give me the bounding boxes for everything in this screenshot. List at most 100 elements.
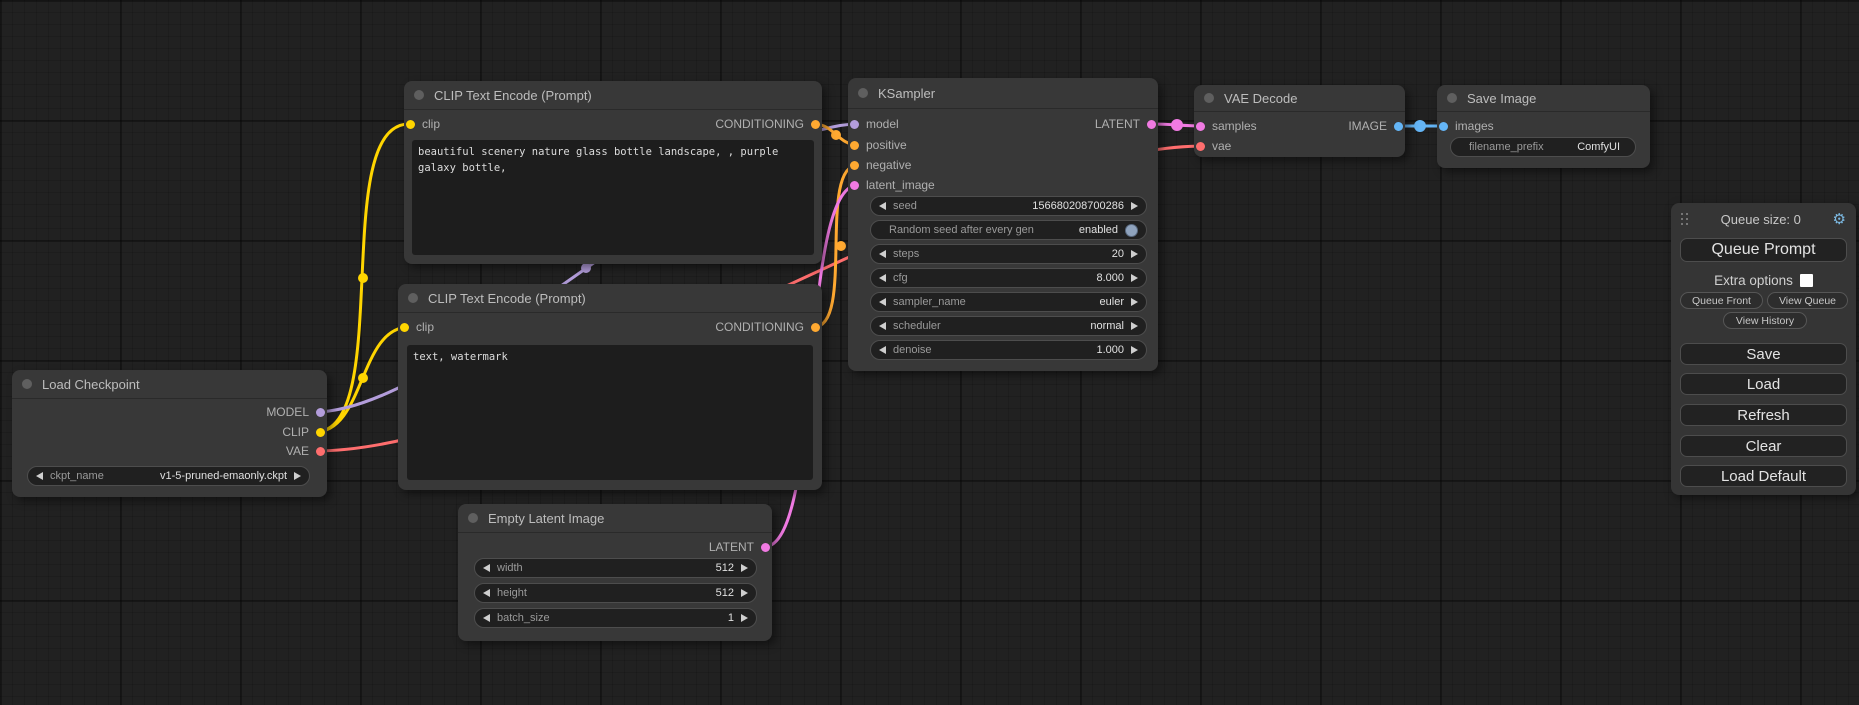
increment-arrow-icon[interactable] bbox=[1131, 322, 1138, 330]
increment-arrow-icon[interactable] bbox=[1131, 250, 1138, 258]
decrement-arrow-icon[interactable] bbox=[483, 564, 490, 572]
negative-prompt-textarea[interactable]: text, watermark bbox=[407, 345, 813, 480]
toggle-dot[interactable] bbox=[1125, 224, 1138, 237]
decrement-arrow-icon[interactable] bbox=[483, 614, 490, 622]
link-dot[interactable] bbox=[358, 373, 368, 383]
load-default-button[interactable]: Load Default bbox=[1680, 465, 1847, 487]
images-input-dot[interactable] bbox=[1439, 122, 1448, 131]
increment-arrow-icon[interactable] bbox=[1131, 274, 1138, 282]
batch-size-widget[interactable]: batch_size 1 bbox=[474, 608, 757, 628]
increment-arrow-icon[interactable] bbox=[1131, 298, 1138, 306]
random-seed-toggle[interactable]: Random seed after every gen enabled bbox=[870, 220, 1147, 240]
increment-arrow-icon[interactable] bbox=[741, 589, 748, 597]
node-title-bar[interactable]: CLIP Text Encode (Prompt) bbox=[404, 81, 822, 110]
steps-widget[interactable]: steps 20 bbox=[870, 244, 1147, 264]
decrement-arrow-icon[interactable] bbox=[483, 589, 490, 597]
vae-output-dot[interactable] bbox=[316, 447, 325, 456]
load-button[interactable]: Load bbox=[1680, 373, 1847, 395]
link-dot[interactable] bbox=[831, 130, 841, 140]
node-load-checkpoint[interactable]: Load Checkpoint MODEL CLIP VAE ckpt_name… bbox=[12, 370, 327, 497]
refresh-button[interactable]: Refresh bbox=[1680, 404, 1847, 426]
node-clip-text-encode-negative[interactable]: CLIP Text Encode (Prompt) clip CONDITION… bbox=[398, 284, 822, 490]
collapse-dot[interactable] bbox=[1447, 93, 1457, 103]
link-dot[interactable] bbox=[836, 241, 846, 251]
node-title-bar[interactable]: VAE Decode bbox=[1194, 85, 1405, 112]
clip-output-dot[interactable] bbox=[316, 428, 325, 437]
node-title-bar[interactable]: Empty Latent Image bbox=[458, 504, 772, 533]
collapse-dot[interactable] bbox=[414, 90, 424, 100]
extra-options-checkbox[interactable] bbox=[1800, 274, 1813, 287]
increment-arrow-icon[interactable] bbox=[1131, 346, 1138, 354]
node-title-bar[interactable]: KSampler bbox=[848, 78, 1158, 109]
increment-arrow-icon[interactable] bbox=[741, 614, 748, 622]
input-slot-model[interactable]: model bbox=[850, 114, 899, 134]
node-clip-text-encode-positive[interactable]: CLIP Text Encode (Prompt) clip CONDITION… bbox=[404, 81, 822, 264]
output-slot-conditioning[interactable]: CONDITIONING bbox=[715, 317, 820, 337]
save-button[interactable]: Save bbox=[1680, 343, 1847, 365]
vae-input-dot[interactable] bbox=[1196, 142, 1205, 151]
output-slot-latent[interactable]: LATENT bbox=[1095, 114, 1156, 134]
image-output-dot[interactable] bbox=[1394, 122, 1403, 131]
denoise-widget[interactable]: denoise 1.000 bbox=[870, 340, 1147, 360]
model-input-dot[interactable] bbox=[850, 120, 859, 129]
collapse-dot[interactable] bbox=[468, 513, 478, 523]
node-save-image[interactable]: Save Image images filename_prefix ComfyU… bbox=[1437, 85, 1650, 168]
positive-input-dot[interactable] bbox=[850, 141, 859, 150]
input-slot-negative[interactable]: negative bbox=[850, 155, 911, 175]
collapse-dot[interactable] bbox=[408, 293, 418, 303]
clip-input-dot[interactable] bbox=[400, 323, 409, 332]
input-slot-samples[interactable]: samples bbox=[1196, 116, 1257, 136]
conditioning-output-dot[interactable] bbox=[811, 120, 820, 129]
input-slot-latent-image[interactable]: latent_image bbox=[850, 175, 935, 195]
node-empty-latent-image[interactable]: Empty Latent Image LATENT width 512 heig… bbox=[458, 504, 772, 641]
link-dot[interactable] bbox=[581, 263, 591, 273]
decrement-arrow-icon[interactable] bbox=[879, 250, 886, 258]
input-slot-clip[interactable]: clip bbox=[406, 114, 440, 134]
ckpt-name-widget[interactable]: ckpt_name v1-5-pruned-emaonly.ckpt bbox=[27, 466, 310, 486]
collapse-dot[interactable] bbox=[22, 379, 32, 389]
input-slot-vae[interactable]: vae bbox=[1196, 136, 1231, 156]
node-vae-decode[interactable]: VAE Decode samples vae IMAGE bbox=[1194, 85, 1405, 157]
output-slot-model[interactable]: MODEL bbox=[266, 402, 325, 422]
decrement-arrow-icon[interactable] bbox=[879, 298, 886, 306]
queue-front-button[interactable]: Queue Front bbox=[1680, 292, 1763, 309]
latent-output-dot[interactable] bbox=[1147, 120, 1156, 129]
view-queue-button[interactable]: View Queue bbox=[1767, 292, 1848, 309]
link-dot[interactable] bbox=[1414, 120, 1426, 132]
increment-arrow-icon[interactable] bbox=[294, 472, 301, 480]
output-slot-latent[interactable]: LATENT bbox=[709, 537, 770, 557]
decrement-arrow-icon[interactable] bbox=[879, 322, 886, 330]
scheduler-widget[interactable]: scheduler normal bbox=[870, 316, 1147, 336]
filename-prefix-widget[interactable]: filename_prefix ComfyUI bbox=[1450, 137, 1636, 157]
input-slot-images[interactable]: images bbox=[1439, 116, 1494, 136]
output-slot-image[interactable]: IMAGE bbox=[1348, 116, 1403, 136]
decrement-arrow-icon[interactable] bbox=[879, 274, 886, 282]
output-slot-vae[interactable]: VAE bbox=[286, 441, 325, 461]
input-slot-clip[interactable]: clip bbox=[400, 317, 434, 337]
output-slot-conditioning[interactable]: CONDITIONING bbox=[715, 114, 820, 134]
collapse-dot[interactable] bbox=[1204, 93, 1214, 103]
latent-image-input-dot[interactable] bbox=[850, 181, 859, 190]
latent-output-dot[interactable] bbox=[761, 543, 770, 552]
link-dot[interactable] bbox=[358, 273, 368, 283]
clip-input-dot[interactable] bbox=[406, 120, 415, 129]
sampler-name-widget[interactable]: sampler_name euler bbox=[870, 292, 1147, 312]
samples-input-dot[interactable] bbox=[1196, 122, 1205, 131]
drag-handle-icon[interactable] bbox=[1681, 213, 1689, 226]
positive-prompt-textarea[interactable]: beautiful scenery nature glass bottle la… bbox=[412, 140, 814, 255]
width-widget[interactable]: width 512 bbox=[474, 558, 757, 578]
output-slot-clip[interactable]: CLIP bbox=[282, 422, 325, 442]
collapse-dot[interactable] bbox=[858, 88, 868, 98]
queue-prompt-button[interactable]: Queue Prompt bbox=[1680, 238, 1847, 262]
node-title-bar[interactable]: Load Checkpoint bbox=[12, 370, 327, 399]
cfg-widget[interactable]: cfg 8.000 bbox=[870, 268, 1147, 288]
node-ksampler[interactable]: KSampler model positive negative latent_… bbox=[848, 78, 1158, 371]
node-title-bar[interactable]: Save Image bbox=[1437, 85, 1650, 112]
decrement-arrow-icon[interactable] bbox=[879, 346, 886, 354]
negative-input-dot[interactable] bbox=[850, 161, 859, 170]
node-title-bar[interactable]: CLIP Text Encode (Prompt) bbox=[398, 284, 822, 313]
decrement-arrow-icon[interactable] bbox=[36, 472, 43, 480]
view-history-button[interactable]: View History bbox=[1723, 312, 1807, 329]
increment-arrow-icon[interactable] bbox=[741, 564, 748, 572]
height-widget[interactable]: height 512 bbox=[474, 583, 757, 603]
